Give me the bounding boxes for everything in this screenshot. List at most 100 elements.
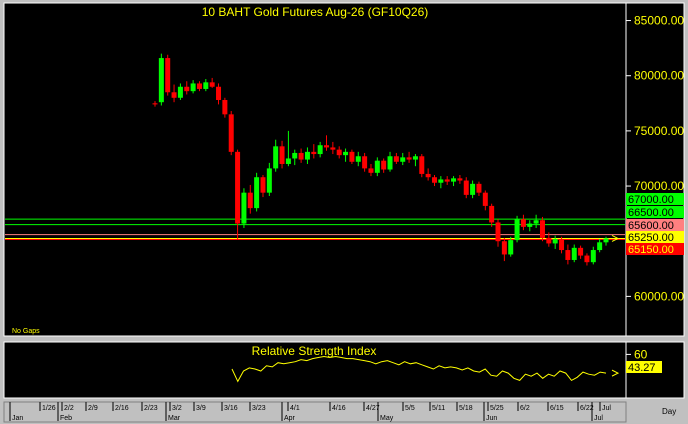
candle-body — [190, 83, 196, 92]
candle-body — [222, 99, 228, 115]
date-tick-label: 3/9 — [196, 405, 206, 412]
month-tick-label: Mar — [168, 415, 181, 422]
candle-body — [362, 156, 368, 169]
candle-body — [152, 103, 158, 105]
candle-body — [279, 146, 285, 164]
date-tick-label: 1/26 — [42, 405, 56, 412]
candle-body — [431, 177, 437, 183]
candle-body — [196, 83, 202, 89]
candle-body — [425, 173, 431, 178]
candle-body — [241, 192, 247, 224]
candle-body — [285, 158, 291, 164]
candle-body — [552, 239, 558, 244]
price-tick-label: 75000.00 — [634, 124, 684, 138]
chart-title: 10 BAHT Gold Futures Aug-26 (GF10Q26) — [202, 5, 429, 19]
month-tick-label: May — [380, 415, 394, 422]
date-tick-label: 2/2 — [64, 405, 74, 412]
candle-body — [520, 219, 526, 227]
candle-body — [508, 240, 514, 255]
candle-body — [476, 183, 482, 193]
level-badge-label: 65150.00 — [628, 244, 674, 256]
candle-body — [559, 239, 565, 251]
candle-body — [527, 223, 533, 227]
candle-body — [235, 151, 241, 224]
candle-body — [336, 149, 342, 156]
no-gaps-label: No Gaps — [12, 328, 40, 335]
date-tick-label: 4/16 — [332, 405, 346, 412]
price-pane[interactable] — [3, 2, 627, 337]
candle-body — [495, 222, 501, 242]
candle-body — [603, 238, 609, 243]
date-tick-label: 3/16 — [224, 405, 238, 412]
month-tick-label: Jul — [594, 415, 603, 422]
candle-body — [438, 179, 444, 183]
price-axis-pane[interactable] — [625, 2, 685, 337]
price-tick-label: 85000.00 — [634, 14, 684, 28]
date-tick-label: 5/25 — [490, 405, 504, 412]
date-tick-label: 2/9 — [88, 405, 98, 412]
candle-body — [368, 168, 374, 173]
candle-body — [546, 237, 552, 244]
month-tick-label: Apr — [284, 415, 296, 422]
candle-body — [184, 86, 190, 92]
candle-body — [158, 58, 164, 103]
date-tick-label: 6/2 — [520, 405, 530, 412]
level-badge-label: 66500.00 — [628, 207, 674, 219]
level-badge-label: 65250.00 — [628, 232, 674, 244]
candle-body — [260, 177, 266, 193]
price-tick-label: 70000.00 — [634, 179, 684, 193]
candle-body — [266, 168, 272, 193]
date-tick-label: 6/15 — [550, 405, 564, 412]
date-tick-label: 5/18 — [459, 405, 473, 412]
date-tick-label: 5/11 — [432, 405, 445, 412]
rsi-current-label: 43.27 — [628, 362, 656, 374]
candle-body — [393, 156, 399, 162]
date-tick-label: 2/16 — [115, 405, 129, 412]
price-tick-label: 60000.00 — [634, 289, 684, 303]
candle-body — [317, 145, 323, 155]
candle-body — [584, 255, 590, 263]
candle-body — [330, 147, 336, 150]
date-tick-label: Jul — [602, 405, 611, 412]
candle-body — [400, 157, 406, 162]
candle-body — [177, 86, 183, 98]
candle-body — [565, 250, 571, 260]
candle-body — [533, 220, 539, 224]
chart-window: 85000.0080000.0075000.0070000.0065000.00… — [0, 0, 688, 424]
candle-body — [374, 160, 380, 173]
month-tick-label: Feb — [60, 415, 72, 422]
candle-body — [501, 241, 507, 255]
price-tick-label: 80000.00 — [634, 69, 684, 83]
candle-body — [444, 179, 450, 182]
candle-body — [463, 180, 469, 195]
candle-body — [203, 82, 209, 89]
level-badge-label: 67000.00 — [628, 194, 674, 206]
candle-body — [514, 219, 520, 241]
candle-body — [254, 177, 260, 209]
candle-body — [489, 205, 495, 223]
date-tick-label: 3/2 — [172, 405, 182, 412]
candle-body — [228, 114, 234, 152]
candle-body — [590, 250, 596, 263]
date-tick-label: 5/5 — [405, 405, 415, 412]
candle-body — [470, 183, 476, 195]
candle-body — [571, 247, 577, 260]
candle-body — [597, 242, 603, 251]
date-tick-label: 4/1 — [290, 405, 300, 412]
candle-body — [381, 160, 387, 170]
date-unit-label: Day — [662, 407, 676, 416]
candle-body — [171, 92, 177, 98]
candle-body — [349, 151, 355, 162]
candle-body — [406, 157, 412, 160]
candle-body — [387, 156, 393, 170]
candle-body — [412, 156, 418, 160]
candle-body — [209, 82, 215, 87]
candle-body — [298, 152, 304, 160]
candle-body — [578, 247, 584, 256]
candle-body — [311, 151, 317, 155]
date-tick-label: 3/23 — [252, 405, 266, 412]
month-tick-label: Jan — [12, 415, 23, 422]
rsi-title: Relative Strength Index — [252, 344, 377, 358]
candle-body — [343, 151, 349, 156]
candle-body — [216, 86, 222, 100]
